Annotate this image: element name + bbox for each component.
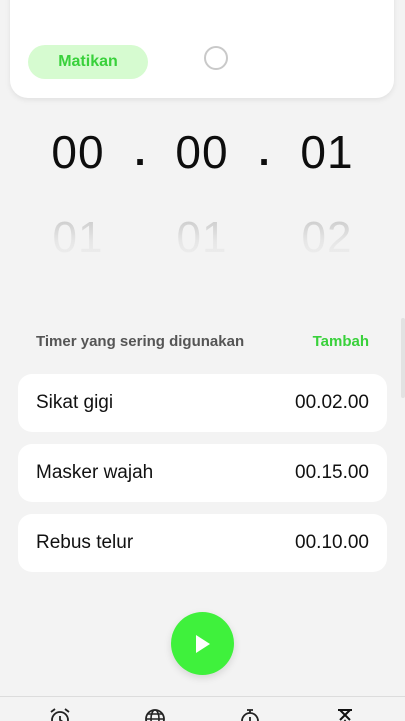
bottom-navigation [0, 696, 405, 721]
hourglass-icon [338, 709, 352, 721]
play-icon [196, 635, 210, 653]
hours-next-value[interactable]: 01 [23, 208, 133, 268]
timer-preset-duration: 00.02.00 [295, 392, 369, 413]
timer-preset-name: Masker wajah [36, 462, 154, 483]
frequent-timers-title: Timer yang sering digunakan [36, 333, 245, 350]
toggle-radio[interactable] [204, 46, 228, 70]
add-timer-button[interactable]: Tambah [313, 333, 369, 350]
stopwatch-icon [241, 709, 259, 721]
separator: . [258, 130, 270, 174]
seconds-value[interactable]: 01 [272, 122, 382, 182]
scrollbar[interactable] [401, 318, 405, 398]
alarm-clock-icon [50, 708, 70, 721]
timer-preset-item[interactable]: Rebus telur 00.10.00 [18, 514, 387, 572]
turn-off-button[interactable]: Matikan [28, 45, 148, 79]
nav-timer[interactable] [333, 707, 357, 721]
time-picker-current-row: 00 . 00 . 01 [0, 122, 405, 182]
timer-preset-item[interactable]: Masker wajah 00.15.00 [18, 444, 387, 502]
timer-preset-duration: 00.10.00 [295, 532, 369, 553]
timer-preset-duration: 00.15.00 [295, 462, 369, 483]
start-timer-button[interactable] [171, 612, 234, 675]
alarm-card: Matikan [10, 0, 394, 98]
minutes-next-value[interactable]: 01 [147, 208, 257, 268]
globe-icon [145, 709, 165, 721]
timer-preset-name: Rebus telur [36, 532, 134, 553]
timer-preset-name: Sikat gigi [36, 392, 114, 413]
minutes-value[interactable]: 00 [147, 122, 257, 182]
seconds-next-value[interactable]: 02 [272, 208, 382, 268]
nav-stopwatch[interactable] [238, 707, 262, 721]
nav-alarm[interactable] [48, 707, 72, 721]
hours-value[interactable]: 00 [23, 122, 133, 182]
time-picker-next-row: 01 01 02 [0, 208, 405, 268]
timer-preset-item[interactable]: Sikat gigi 00.02.00 [18, 374, 387, 432]
nav-world-clock[interactable] [143, 707, 167, 721]
